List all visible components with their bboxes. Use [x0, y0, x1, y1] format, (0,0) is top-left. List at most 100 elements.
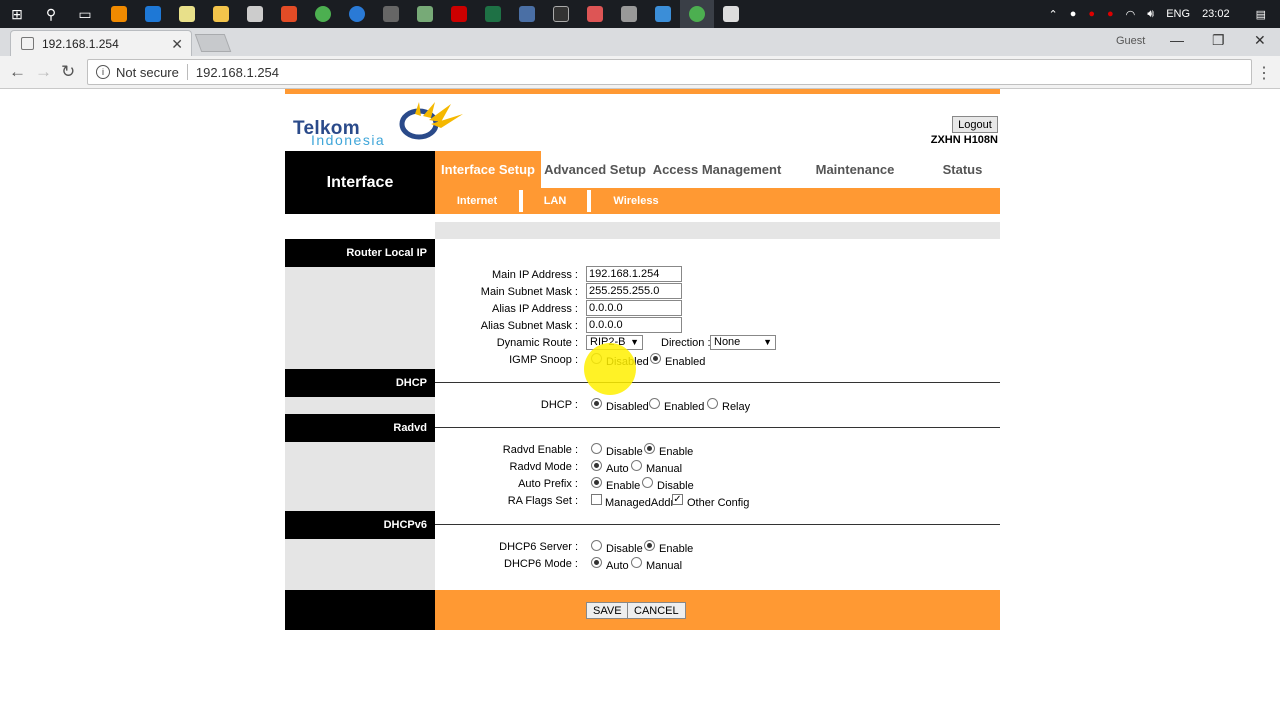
- prefix-disable-radio[interactable]: [642, 477, 653, 488]
- divider: [435, 382, 1000, 383]
- radvd-enable-radio[interactable]: [644, 443, 655, 454]
- subtab-wireless[interactable]: Wireless: [591, 188, 681, 214]
- volume-icon[interactable]: 🔊︎: [1147, 8, 1154, 21]
- tab-advanced-setup[interactable]: Advanced Setup: [541, 151, 649, 188]
- tab-maintenance[interactable]: Maintenance: [785, 151, 925, 188]
- guest-profile-label[interactable]: Guest: [1116, 35, 1145, 47]
- radvd-enable-label: Radvd Enable :: [502, 444, 578, 456]
- app-icon[interactable]: [442, 0, 476, 28]
- alias-ip-label: Alias IP Address :: [491, 303, 578, 315]
- main-ip-label: Main IP Address :: [491, 269, 578, 281]
- radvd-auto-radio[interactable]: [591, 460, 602, 471]
- cmd-icon[interactable]: [544, 0, 578, 28]
- chrome-icon[interactable]: [306, 0, 340, 28]
- app-icon[interactable]: [374, 0, 408, 28]
- radvd-auto-label: Auto: [606, 463, 629, 475]
- radvd-disable-radio[interactable]: [591, 443, 602, 454]
- igmp-enabled-radio[interactable]: [650, 353, 661, 364]
- notification-icon[interactable]: ▤: [1256, 8, 1266, 21]
- chevron-up-icon[interactable]: ⌃: [1048, 8, 1057, 21]
- app-icon[interactable]: [408, 0, 442, 28]
- subtab-internet[interactable]: Internet: [435, 188, 519, 214]
- windows-start-icon[interactable]: ⊞: [0, 0, 34, 28]
- alias-ip-input[interactable]: [586, 300, 682, 316]
- app-icon[interactable]: [272, 0, 306, 28]
- file-explorer-icon[interactable]: [204, 0, 238, 28]
- prefix-disable-label: Disable: [657, 480, 694, 492]
- dhcp-disabled-radio[interactable]: [591, 398, 602, 409]
- minimize-icon[interactable]: —: [1170, 32, 1184, 48]
- notepad-icon[interactable]: [170, 0, 204, 28]
- chrome-active-icon[interactable]: [680, 0, 714, 28]
- clock[interactable]: 23:02: [1202, 8, 1230, 20]
- reload-icon[interactable]: ↻: [61, 62, 75, 82]
- security-icon[interactable]: ●: [1070, 8, 1077, 20]
- router-page: Telkom Indonesia Logout ZXHN H108N Inter…: [285, 89, 1000, 632]
- dhcp-relay-radio[interactable]: [707, 398, 718, 409]
- restore-icon[interactable]: ❐: [1212, 32, 1225, 49]
- record-icon[interactable]: ●: [1088, 8, 1095, 20]
- tab-access-management[interactable]: Access Management: [649, 151, 785, 188]
- search-icon[interactable]: ⚲: [34, 0, 68, 28]
- task-view-icon[interactable]: ▭: [68, 0, 102, 28]
- dhcp6-auto-label: Auto: [606, 560, 629, 572]
- tab-interface-setup[interactable]: Interface Setup: [435, 151, 541, 188]
- logo-text-line2: Indonesia: [311, 132, 386, 148]
- dhcp-enabled-label: Enabled: [664, 401, 705, 413]
- form-footer: SAVE CANCEL: [285, 590, 1000, 630]
- dhcp6-server-enable-radio[interactable]: [644, 540, 655, 551]
- managed-addr-checkbox[interactable]: [591, 494, 602, 505]
- dhcp6-auto-radio[interactable]: [591, 557, 602, 568]
- prefix-enable-radio[interactable]: [591, 477, 602, 488]
- cancel-button[interactable]: CANCEL: [627, 602, 686, 619]
- language-indicator[interactable]: ENG: [1166, 8, 1190, 20]
- alias-mask-input[interactable]: [586, 317, 682, 333]
- page-icon: [21, 37, 34, 50]
- close-tab-icon[interactable]: ✕: [171, 36, 183, 53]
- app-icon[interactable]: [578, 0, 612, 28]
- main-mask-input[interactable]: [586, 283, 682, 299]
- ra-flags-label: RA Flags Set :: [507, 495, 578, 507]
- app-icon[interactable]: [238, 0, 272, 28]
- dhcp6-server-disable-radio[interactable]: [591, 540, 602, 551]
- direction-value: None: [714, 336, 741, 348]
- divider: [186, 64, 188, 80]
- security-label[interactable]: Not secure: [116, 65, 179, 80]
- tab-status[interactable]: Status: [925, 151, 1000, 188]
- close-window-icon[interactable]: ✕: [1254, 32, 1266, 49]
- subtab-lan[interactable]: LAN: [523, 188, 587, 214]
- edge-icon[interactable]: [136, 0, 170, 28]
- app-icon[interactable]: [510, 0, 544, 28]
- wifi-icon[interactable]: ◠: [1126, 8, 1136, 21]
- app-tray-icon[interactable]: ●: [1107, 8, 1114, 20]
- app-icon[interactable]: [340, 0, 374, 28]
- vlc-icon[interactable]: [102, 0, 136, 28]
- browser-tab[interactable]: 192.168.1.254 ✕: [10, 30, 192, 56]
- excel-icon[interactable]: [476, 0, 510, 28]
- managed-addr-label: ManagedAddr: [605, 497, 675, 509]
- dhcp6-manual-label: Manual: [646, 560, 683, 572]
- other-config-checkbox[interactable]: ✓: [672, 494, 683, 505]
- radvd-manual-radio[interactable]: [631, 460, 642, 471]
- address-bar[interactable]: i Not secure 192.168.1.254: [87, 59, 1252, 85]
- app-icon[interactable]: [646, 0, 680, 28]
- back-icon[interactable]: ←: [9, 62, 26, 82]
- direction-select[interactable]: None ▼: [710, 335, 776, 350]
- info-icon[interactable]: i: [96, 65, 110, 79]
- dhcp6-server-label: DHCP6 Server :: [499, 541, 578, 553]
- main-ip-input[interactable]: [586, 266, 682, 282]
- dropdown-arrow-icon: ▼: [763, 337, 772, 347]
- igmp-label: IGMP Snoop :: [509, 354, 578, 366]
- direction-label: Direction :: [661, 337, 711, 349]
- forward-icon[interactable]: →: [35, 62, 52, 82]
- new-tab-button[interactable]: [194, 34, 232, 52]
- dhcp-enabled-radio[interactable]: [649, 398, 660, 409]
- logout-button[interactable]: Logout: [952, 116, 998, 133]
- more-options-icon[interactable]: ⋮: [1256, 63, 1272, 83]
- app-icon[interactable]: [612, 0, 646, 28]
- url-text[interactable]: 192.168.1.254: [196, 65, 279, 80]
- save-button[interactable]: SAVE: [586, 602, 629, 619]
- app-icon[interactable]: [714, 0, 748, 28]
- main-menu: Interface Interface Setup Advanced Setup…: [285, 151, 1000, 214]
- dhcp6-manual-radio[interactable]: [631, 557, 642, 568]
